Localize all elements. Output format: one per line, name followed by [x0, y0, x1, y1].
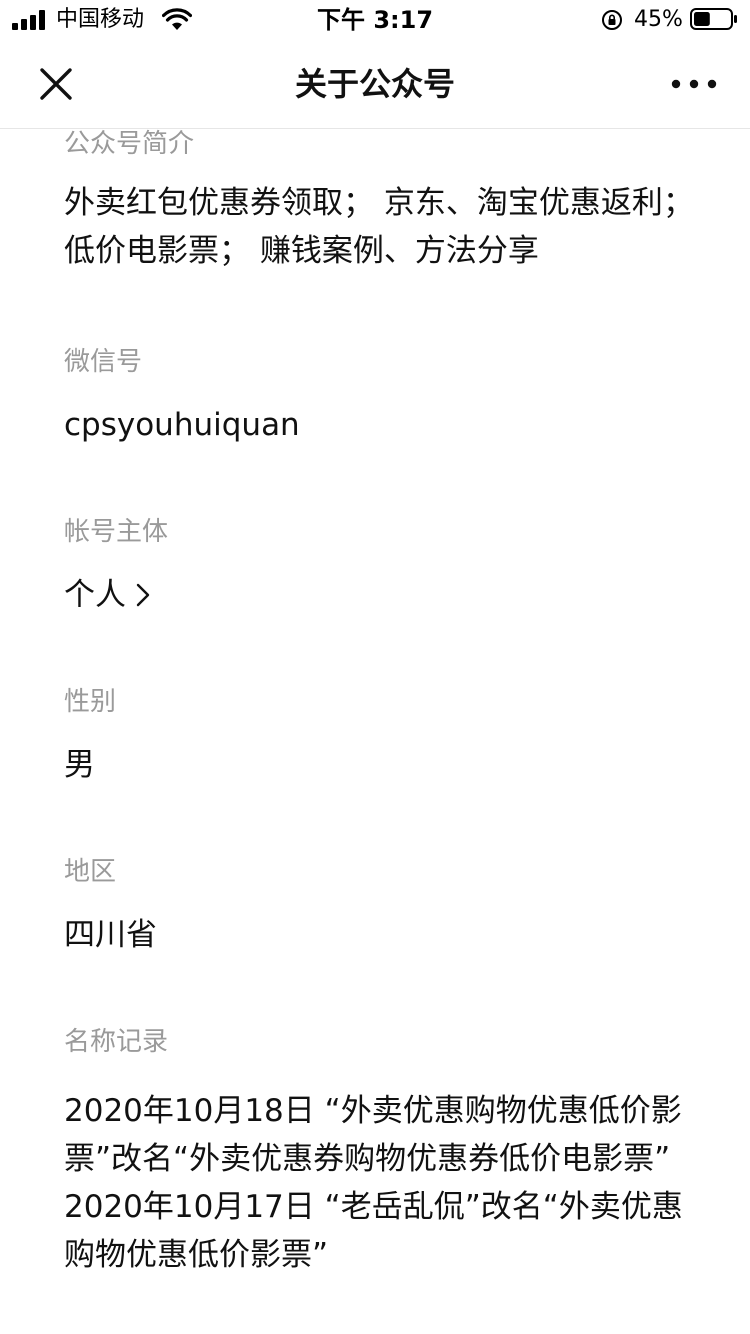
section-region: 地区 四川省: [64, 855, 694, 959]
section-account-subject: 帐号主体 个人: [64, 515, 694, 619]
name-history-label: 名称记录: [64, 1027, 169, 1057]
gender-label: 性别: [64, 687, 117, 717]
account-subject-label: 帐号主体: [64, 517, 169, 547]
wechat-id-label: 微信号: [64, 347, 143, 377]
battery-icon: [690, 8, 737, 30]
region-value: 四川省: [64, 917, 157, 953]
gender-value: 男: [64, 747, 95, 783]
page: 中国移动 下午 3:17 45% 关于公众号 公众号简介 外卖红包优惠券领取； …: [0, 0, 750, 1334]
battery-percent: 45%: [634, 7, 683, 32]
nav-bar: 关于公众号: [0, 40, 750, 129]
section-wechat-id: 微信号 cpsyouhuiquan: [64, 345, 694, 449]
intro-value: 外卖红包优惠券领取； 京东、淘宝优惠返利； 低价电影票； 赚钱案例、方法分享: [64, 185, 704, 269]
name-history-entry: 2020年10月18日 “外卖优惠购物优惠低价影票”改名“外卖优惠券购物优惠券低…: [64, 1093, 682, 1177]
section-name-history: 名称记录 2020年10月18日 “外卖优惠购物优惠低价影票”改名“外卖优惠券购…: [64, 1025, 694, 1279]
section-intro: 公众号简介 外卖红包优惠券领取； 京东、淘宝优惠返利； 低价电影票； 赚钱案例、…: [64, 129, 694, 275]
name-history-entry: 2020年10月17日 “老岳乱侃”改名“外卖优惠购物优惠低价影票”: [64, 1189, 683, 1273]
region-label: 地区: [64, 857, 117, 887]
wechat-id-value: cpsyouhuiquan: [64, 407, 300, 443]
intro-label: 公众号简介: [64, 129, 195, 159]
content-scroll-area[interactable]: 公众号简介 外卖红包优惠券领取； 京东、淘宝优惠返利； 低价电影票； 赚钱案例、…: [0, 129, 750, 1334]
page-title: 关于公众号: [294, 65, 455, 103]
name-history-list: 2020年10月18日 “外卖优惠购物优惠低价影票”改名“外卖优惠券购物优惠券低…: [64, 1087, 694, 1279]
account-subject-link[interactable]: 个人: [64, 571, 152, 619]
status-bar: 中国移动 下午 3:17 45%: [0, 0, 750, 40]
more-icon[interactable]: [668, 70, 720, 98]
account-subject-value: 个人: [64, 577, 126, 613]
section-gender: 性别 男: [64, 685, 694, 789]
rotation-lock-icon: [602, 10, 622, 30]
chevron-right-icon: [136, 583, 150, 607]
